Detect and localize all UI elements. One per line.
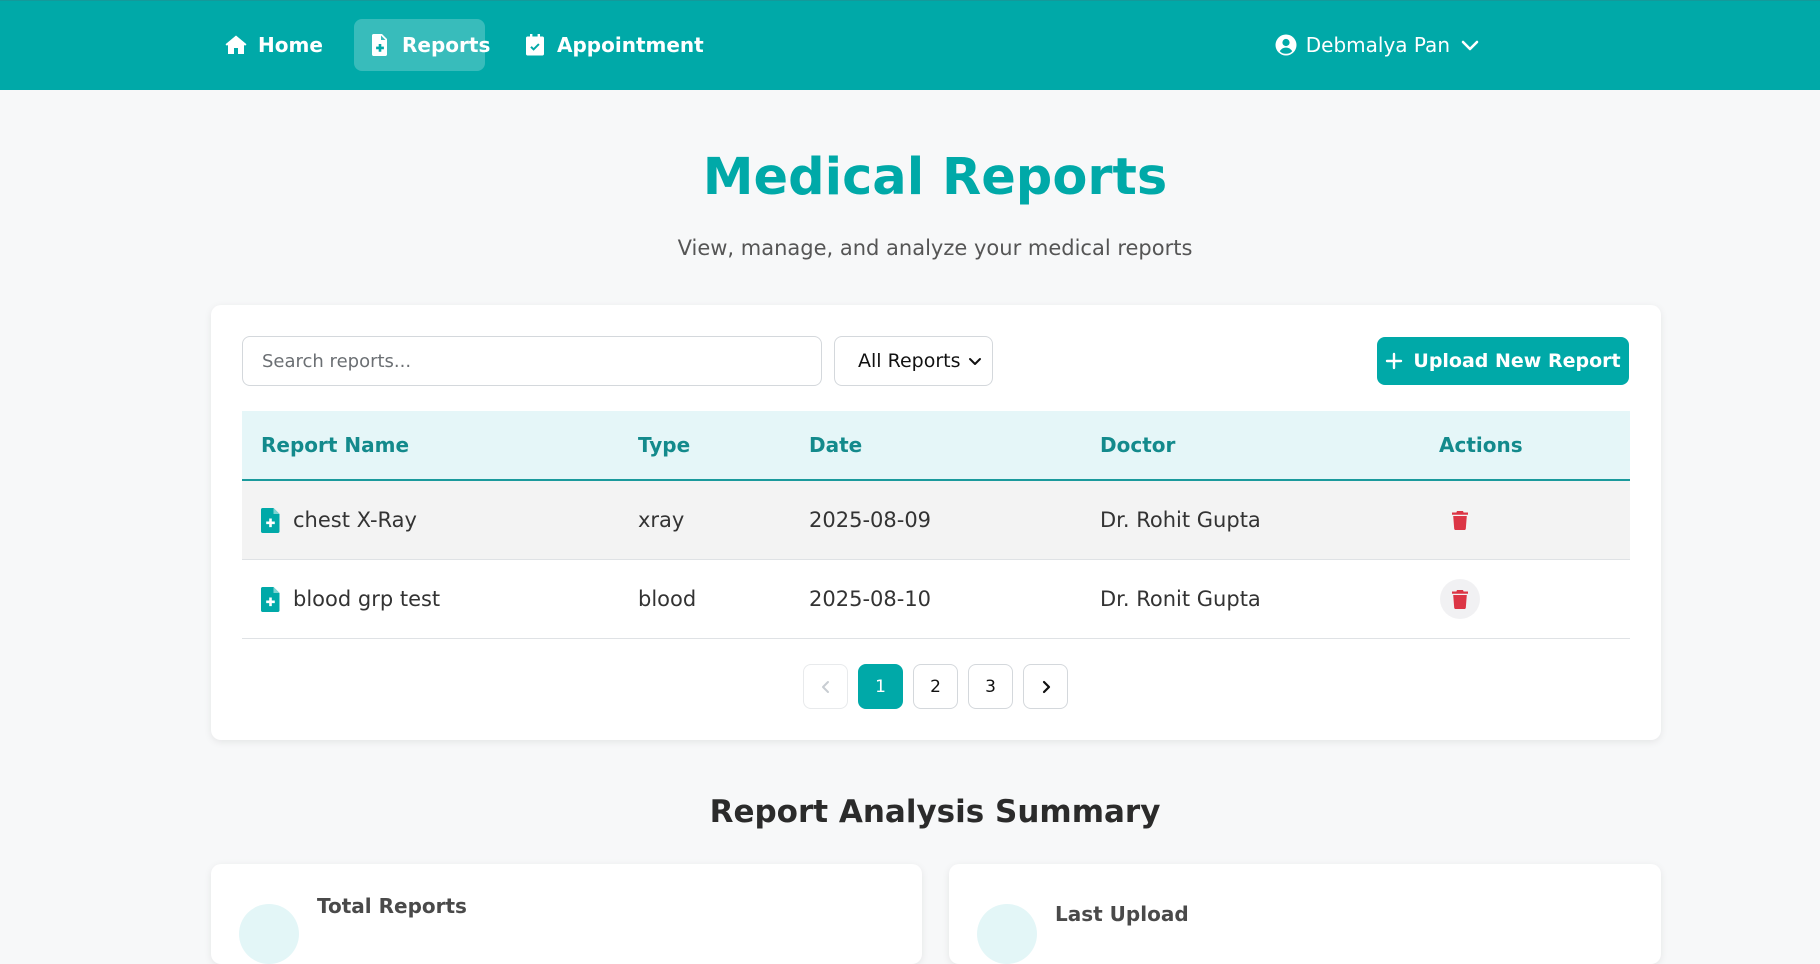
column-header-actions: Actions — [1439, 433, 1523, 457]
search-input[interactable] — [242, 336, 822, 386]
page-button[interactable]: 3 — [968, 664, 1013, 709]
next-page-button[interactable] — [1023, 664, 1068, 709]
home-icon — [224, 33, 248, 57]
chevron-down-icon — [968, 354, 982, 368]
report-date: 2025-08-10 — [809, 587, 932, 611]
page-button[interactable]: 1 — [858, 664, 903, 709]
table-row[interactable]: blood grp test blood 2025-08-10 Dr. Roni… — [242, 560, 1630, 639]
stat-card-total-reports: Total Reports — [211, 864, 922, 964]
file-medical-icon — [261, 507, 281, 533]
nav-appointment-label: Appointment — [557, 33, 704, 57]
file-medical-icon — [368, 33, 392, 57]
summary-title: Report Analysis Summary — [709, 794, 1161, 830]
top-navbar: Home Reports Appointment Debmalya Pan — [0, 0, 1820, 90]
page-title: Medical Reports — [702, 148, 1168, 207]
file-medical-icon — [261, 586, 281, 612]
upload-new-report-button[interactable]: Upload New Report — [1377, 337, 1629, 385]
user-name: Debmalya Pan — [1305, 33, 1450, 57]
trash-icon — [1452, 510, 1468, 530]
nav-appointment[interactable]: Appointment — [509, 19, 718, 71]
pagination: 1 2 3 — [803, 664, 1068, 709]
calendar-check-icon — [523, 33, 547, 57]
column-header-type[interactable]: Type — [638, 411, 690, 479]
column-header-date[interactable]: Date — [809, 411, 862, 479]
upload-new-report-label: Upload New Report — [1413, 350, 1621, 372]
report-type-select[interactable]: All Reports — [834, 336, 993, 386]
user-menu[interactable]: Debmalya Pan — [1274, 19, 1480, 71]
plus-icon — [1385, 352, 1403, 370]
report-type-select-value: All Reports — [858, 350, 961, 372]
trash-icon — [1452, 589, 1468, 609]
delete-report-button[interactable] — [1440, 579, 1480, 619]
report-type: blood — [638, 587, 697, 611]
prev-page-button[interactable] — [803, 664, 848, 709]
column-header-doctor[interactable]: Doctor — [1100, 411, 1175, 479]
nav-reports-label: Reports — [402, 33, 491, 57]
chevron-down-icon — [1460, 35, 1480, 55]
report-doctor: Dr. Ronit Gupta — [1100, 587, 1261, 611]
report-name-cell: blood grp test — [261, 560, 440, 638]
report-doctor: Dr. Rohit Gupta — [1100, 508, 1261, 532]
user-circle-icon — [1274, 33, 1298, 57]
delete-report-button[interactable] — [1440, 500, 1480, 540]
nav-home[interactable]: Home — [210, 19, 337, 71]
report-name: blood grp test — [293, 587, 441, 611]
page-button[interactable]: 2 — [913, 664, 958, 709]
report-name-cell: chest X-Ray — [261, 481, 417, 559]
report-name: chest X-Ray — [293, 508, 417, 532]
stat-card-last-upload: Last Upload — [949, 864, 1661, 964]
reports-card: All Reports Upload New Report Report Nam… — [211, 305, 1661, 740]
table-row[interactable]: chest X-Ray xray 2025-08-09 Dr. Rohit Gu… — [242, 481, 1630, 560]
nav-home-label: Home — [258, 33, 323, 57]
table-header: Report Name Type Date Doctor Actions — [242, 411, 1630, 481]
report-type: xray — [638, 508, 685, 532]
reports-table: Report Name Type Date Doctor Actions che… — [242, 411, 1630, 639]
chevron-right-icon — [1042, 680, 1050, 693]
nav-reports[interactable]: Reports — [354, 19, 490, 71]
chevron-left-icon — [821, 680, 829, 693]
stat-label: Last Upload — [1055, 902, 1189, 926]
report-date: 2025-08-09 — [809, 508, 932, 532]
stat-icon — [239, 904, 299, 964]
stat-label: Total Reports — [317, 894, 467, 918]
page-subtitle: View, manage, and analyze your medical r… — [677, 236, 1193, 260]
stat-icon — [977, 904, 1037, 964]
column-header-report-name[interactable]: Report Name — [261, 411, 409, 479]
